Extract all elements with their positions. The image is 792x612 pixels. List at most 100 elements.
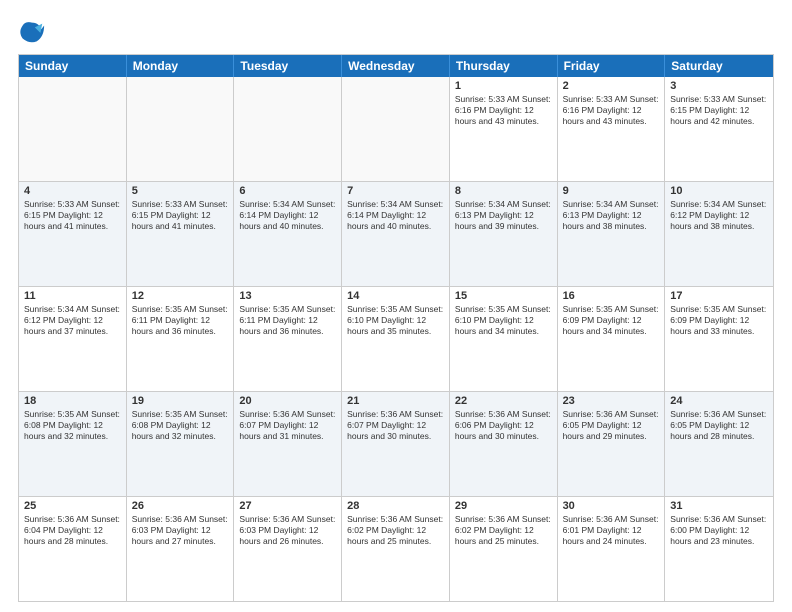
- day-cell-24: 24 Sunrise: 5:36 AM Sunset: 6:05 PM Dayli…: [665, 392, 773, 496]
- day-info: Sunrise: 5:34 AM Sunset: 6:12 PM Dayligh…: [24, 304, 121, 337]
- day-number: 9: [563, 185, 660, 197]
- day-info: Sunrise: 5:35 AM Sunset: 6:09 PM Dayligh…: [670, 304, 768, 337]
- day-number: 1: [455, 80, 552, 92]
- day-cell-3: 3Sunrise: 5:33 AM Sunset: 6:15 PM Daylig…: [665, 77, 773, 181]
- day-info: Sunrise: 5:36 AM Sunset: 6:06 PM Dayligh…: [455, 409, 552, 442]
- day-info: Sunrise: 5:33 AM Sunset: 6:16 PM Dayligh…: [563, 94, 660, 127]
- calendar-row-0: 1 Sunrise: 5:33 AM Sunset: 6:16 PM Daylig…: [19, 77, 773, 182]
- day-info: Sunrise: 5:35 AM Sunset: 6:11 PM Dayligh…: [132, 304, 229, 337]
- day-cell-7: 7Sunrise: 5:34 AM Sunset: 6:14 PM Daylig…: [342, 182, 450, 286]
- calendar-header: SundayMondayTuesdayWednesdayThursdayFrid…: [19, 55, 773, 77]
- empty-cell-r0c2: [234, 77, 342, 181]
- weekday-header-saturday: Saturday: [665, 55, 773, 77]
- day-number: 2: [563, 80, 660, 92]
- empty-cell-r0c1: [127, 77, 235, 181]
- day-number: 6: [239, 185, 336, 197]
- day-info: Sunrise: 5:34 AM Sunset: 6:12 PM Dayligh…: [670, 199, 768, 232]
- day-number: 8: [455, 185, 552, 197]
- weekday-header-monday: Monday: [127, 55, 235, 77]
- day-info: Sunrise: 5:33 AM Sunset: 6:15 PM Dayligh…: [24, 199, 121, 232]
- day-number: 19: [132, 395, 229, 407]
- day-info: Sunrise: 5:36 AM Sunset: 6:02 PM Dayligh…: [347, 514, 444, 547]
- day-number: 27: [239, 500, 336, 512]
- day-number: 25: [24, 500, 121, 512]
- day-cell-10: 10 Sunrise: 5:34 AM Sunset: 6:12 PM Dayli…: [665, 182, 773, 286]
- day-info: Sunrise: 5:36 AM Sunset: 6:05 PM Dayligh…: [670, 409, 768, 442]
- day-number: 18: [24, 395, 121, 407]
- day-cell-2: 2 Sunrise: 5:33 AM Sunset: 6:16 PM Daylig…: [558, 77, 666, 181]
- day-cell-9: 9 Sunrise: 5:34 AM Sunset: 6:13 PM Daylig…: [558, 182, 666, 286]
- calendar-row-4: 25 Sunrise: 5:36 AM Sunset: 6:04 PM Dayli…: [19, 497, 773, 601]
- day-info: Sunrise: 5:36 AM Sunset: 6:01 PM Dayligh…: [563, 514, 660, 547]
- day-cell-6: 6 Sunrise: 5:34 AM Sunset: 6:14 PM Daylig…: [234, 182, 342, 286]
- weekday-header-tuesday: Tuesday: [234, 55, 342, 77]
- calendar-row-3: 18 Sunrise: 5:35 AM Sunset: 6:08 PM Dayli…: [19, 392, 773, 497]
- day-number: 15: [455, 290, 552, 302]
- day-info: Sunrise: 5:36 AM Sunset: 6:03 PM Dayligh…: [132, 514, 229, 547]
- empty-cell-r0c0: [19, 77, 127, 181]
- day-cell-19: 19 Sunrise: 5:35 AM Sunset: 6:08 PM Dayli…: [127, 392, 235, 496]
- day-cell-28: 28 Sunrise: 5:36 AM Sunset: 6:02 PM Dayli…: [342, 497, 450, 601]
- day-cell-5: 5 Sunrise: 5:33 AM Sunset: 6:15 PM Daylig…: [127, 182, 235, 286]
- weekday-header-wednesday: Wednesday: [342, 55, 450, 77]
- day-cell-22: 22 Sunrise: 5:36 AM Sunset: 6:06 PM Dayli…: [450, 392, 558, 496]
- day-cell-30: 30Sunrise: 5:36 AM Sunset: 6:01 PM Dayli…: [558, 497, 666, 601]
- day-number: 12: [132, 290, 229, 302]
- day-number: 14: [347, 290, 444, 302]
- day-cell-13: 13Sunrise: 5:35 AM Sunset: 6:11 PM Dayli…: [234, 287, 342, 391]
- day-cell-25: 25 Sunrise: 5:36 AM Sunset: 6:04 PM Dayli…: [19, 497, 127, 601]
- day-cell-16: 16 Sunrise: 5:35 AM Sunset: 6:09 PM Dayli…: [558, 287, 666, 391]
- day-cell-29: 29Sunrise: 5:36 AM Sunset: 6:02 PM Dayli…: [450, 497, 558, 601]
- day-number: 23: [563, 395, 660, 407]
- day-number: 16: [563, 290, 660, 302]
- day-cell-18: 18 Sunrise: 5:35 AM Sunset: 6:08 PM Dayli…: [19, 392, 127, 496]
- day-number: 22: [455, 395, 552, 407]
- calendar: SundayMondayTuesdayWednesdayThursdayFrid…: [18, 54, 774, 602]
- empty-cell-r0c3: [342, 77, 450, 181]
- day-info: Sunrise: 5:35 AM Sunset: 6:08 PM Dayligh…: [132, 409, 229, 442]
- day-cell-14: 14 Sunrise: 5:35 AM Sunset: 6:10 PM Dayli…: [342, 287, 450, 391]
- day-number: 7: [347, 185, 444, 197]
- day-number: 11: [24, 290, 121, 302]
- day-info: Sunrise: 5:33 AM Sunset: 6:15 PM Dayligh…: [670, 94, 768, 127]
- day-cell-8: 8 Sunrise: 5:34 AM Sunset: 6:13 PM Daylig…: [450, 182, 558, 286]
- day-info: Sunrise: 5:35 AM Sunset: 6:08 PM Dayligh…: [24, 409, 121, 442]
- day-number: 31: [670, 500, 768, 512]
- day-cell-15: 15 Sunrise: 5:35 AM Sunset: 6:10 PM Dayli…: [450, 287, 558, 391]
- day-info: Sunrise: 5:36 AM Sunset: 6:07 PM Dayligh…: [347, 409, 444, 442]
- logo: [18, 18, 50, 46]
- day-cell-1: 1 Sunrise: 5:33 AM Sunset: 6:16 PM Daylig…: [450, 77, 558, 181]
- day-number: 10: [670, 185, 768, 197]
- calendar-row-1: 4 Sunrise: 5:33 AM Sunset: 6:15 PM Daylig…: [19, 182, 773, 287]
- day-cell-26: 26 Sunrise: 5:36 AM Sunset: 6:03 PM Dayli…: [127, 497, 235, 601]
- weekday-header-friday: Friday: [558, 55, 666, 77]
- day-cell-20: 20Sunrise: 5:36 AM Sunset: 6:07 PM Dayli…: [234, 392, 342, 496]
- day-cell-31: 31 Sunrise: 5:36 AM Sunset: 6:00 PM Dayli…: [665, 497, 773, 601]
- day-info: Sunrise: 5:34 AM Sunset: 6:13 PM Dayligh…: [563, 199, 660, 232]
- day-info: Sunrise: 5:34 AM Sunset: 6:14 PM Dayligh…: [239, 199, 336, 232]
- day-info: Sunrise: 5:35 AM Sunset: 6:09 PM Dayligh…: [563, 304, 660, 337]
- day-cell-23: 23 Sunrise: 5:36 AM Sunset: 6:05 PM Dayli…: [558, 392, 666, 496]
- day-number: 5: [132, 185, 229, 197]
- calendar-body: 1 Sunrise: 5:33 AM Sunset: 6:16 PM Daylig…: [19, 77, 773, 601]
- day-number: 24: [670, 395, 768, 407]
- day-info: Sunrise: 5:36 AM Sunset: 6:04 PM Dayligh…: [24, 514, 121, 547]
- weekday-header-thursday: Thursday: [450, 55, 558, 77]
- day-info: Sunrise: 5:35 AM Sunset: 6:10 PM Dayligh…: [455, 304, 552, 337]
- day-number: 4: [24, 185, 121, 197]
- day-info: Sunrise: 5:35 AM Sunset: 6:10 PM Dayligh…: [347, 304, 444, 337]
- day-number: 26: [132, 500, 229, 512]
- day-info: Sunrise: 5:33 AM Sunset: 6:16 PM Dayligh…: [455, 94, 552, 127]
- page-header: [18, 18, 774, 46]
- day-number: 21: [347, 395, 444, 407]
- calendar-row-2: 11 Sunrise: 5:34 AM Sunset: 6:12 PM Dayli…: [19, 287, 773, 392]
- day-info: Sunrise: 5:33 AM Sunset: 6:15 PM Dayligh…: [132, 199, 229, 232]
- day-number: 28: [347, 500, 444, 512]
- day-info: Sunrise: 5:36 AM Sunset: 6:00 PM Dayligh…: [670, 514, 768, 547]
- day-number: 20: [239, 395, 336, 407]
- day-info: Sunrise: 5:36 AM Sunset: 6:05 PM Dayligh…: [563, 409, 660, 442]
- day-cell-17: 17 Sunrise: 5:35 AM Sunset: 6:09 PM Dayli…: [665, 287, 773, 391]
- day-cell-27: 27Sunrise: 5:36 AM Sunset: 6:03 PM Dayli…: [234, 497, 342, 601]
- day-number: 17: [670, 290, 768, 302]
- day-info: Sunrise: 5:34 AM Sunset: 6:13 PM Dayligh…: [455, 199, 552, 232]
